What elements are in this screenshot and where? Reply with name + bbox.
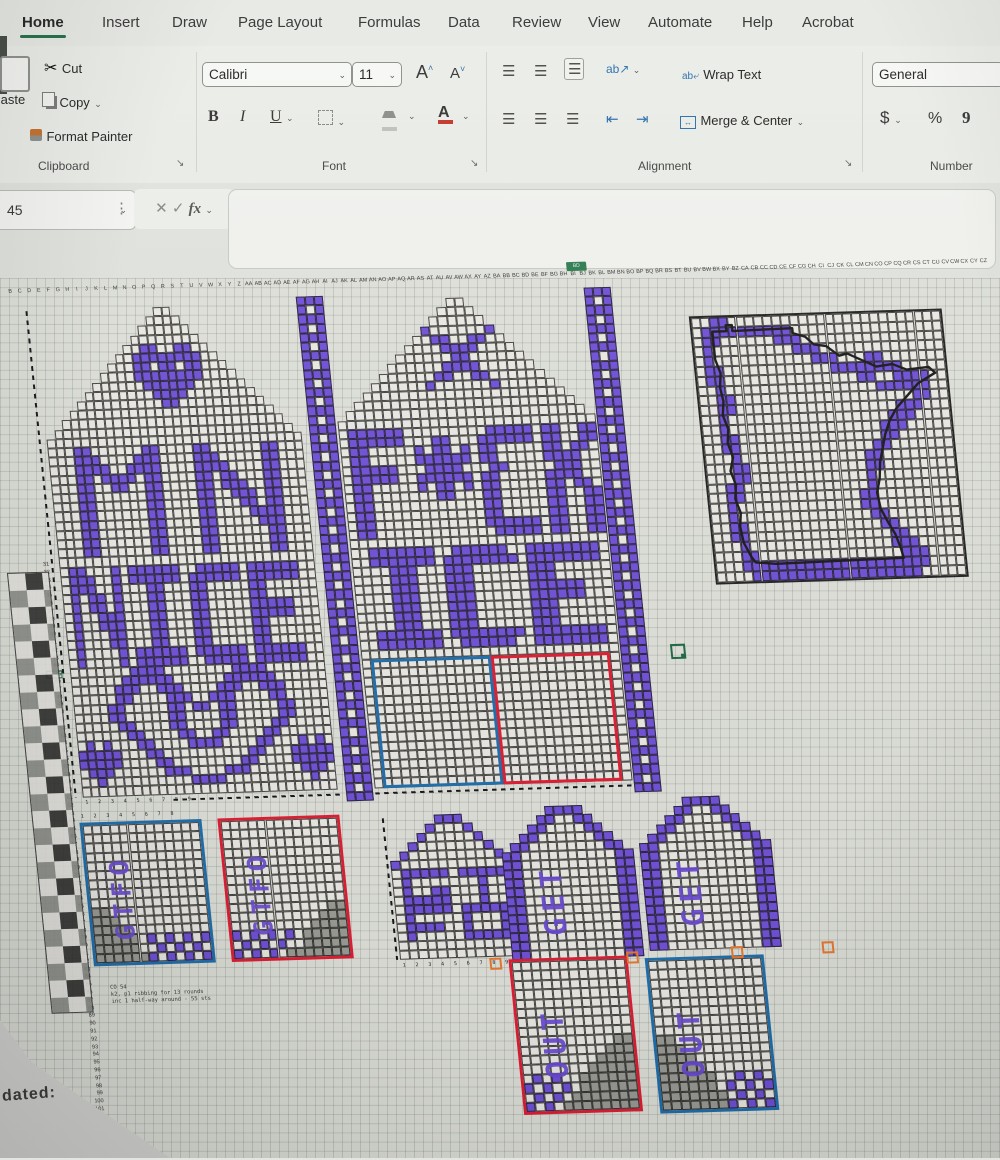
marker-orange-1 [489,957,503,970]
copy-button[interactable]: Copy ⌄ [42,92,102,112]
format-painter-button[interactable]: Format Painter [30,128,132,146]
font-size-combobox[interactable]: 11 ⌄ [352,62,402,87]
dated-label: dated: [1,1084,57,1105]
ribbon-tab-view[interactable]: View [588,14,620,31]
chart-thumb-blue[interactable]: GTFO [79,818,216,967]
marker-orange-3 [730,946,744,959]
number-group-label: Number [930,159,973,173]
chart-mitten-left[interactable] [33,303,338,798]
merge-center-button[interactable]: ↔ Merge & Center ⌄ [680,112,804,130]
number-format-combobox[interactable]: General [872,62,1000,87]
orientation-button[interactable]: ab↗ ⌄ [606,62,640,76]
fill-color-icon [382,111,396,118]
thumb-top-numbers: 1 2 3 4 5 6 7 8 [80,810,178,820]
format-painter-icon [30,129,42,141]
decrease-indent-button[interactable]: ⇤ [606,110,619,128]
align-center-button[interactable]: ☰ [534,110,547,128]
chart-mini3[interactable]: GET [634,794,782,951]
ribbon-tab-acrobat[interactable]: Acrobat [802,14,854,31]
chart-thumb-red[interactable]: GTFO [217,814,354,963]
clipboard-dialog-launcher[interactable]: ↘ [176,158,184,169]
marker-orange-4 [821,941,835,954]
font-name-combobox[interactable]: Calibri ⌄ [202,62,352,87]
pattern-notes: CO 54 k2, p1 ribbing for 13 rounds inc 1… [109,984,212,1005]
merge-center-icon: ↔ [680,116,696,129]
clipboard-group-label: Clipboard [38,159,90,173]
rotated-motif-text: GET [670,853,713,928]
ribbon-tab-home[interactable]: Home [20,14,66,38]
fill-color-chevron[interactable]: ⌄ [408,106,416,124]
ribbon-tab-draw[interactable]: Draw [172,14,207,31]
marker-orange-2 [625,951,640,964]
repeat-box [490,651,623,785]
borders-button[interactable]: ⌄ [318,110,345,130]
cut-button[interactable]: ✂ Cut [44,58,82,78]
align-bottom-button[interactable]: ☰ [564,58,585,80]
stitch-ticks-mitten-left [173,793,342,801]
align-right-button[interactable]: ☰ [566,110,579,128]
rotated-motif-text: OUT [534,1006,577,1080]
formula-bar-dots: ⋮ [114,200,129,217]
font-color-chevron[interactable]: ⌄ [462,106,470,124]
ribbon-tab-automate[interactable]: Automate [648,14,712,31]
ribbon-tab-review[interactable]: Review [512,14,561,31]
currency-button[interactable]: $ ⌄ [880,108,902,128]
wrap-text-button[interactable]: ab⤶ Wrap Text [682,66,761,84]
wrap-text-icon: ab⤶ [682,71,699,82]
ribbon-tab-bar: Home Insert Draw Page Layout Formulas Data Rev… [0,0,1000,46]
percent-button[interactable]: % [928,110,942,128]
cancel-icon[interactable]: ✕ [155,200,168,217]
ribbon-tab-formulas[interactable]: Formulas [358,14,421,31]
copy-icon [42,92,55,107]
alignment-group-label: Alignment [638,159,692,173]
spreadsheet-grid[interactable]: B C D E F G H I J K L M N O P Q R S T U V W X Y Z AA ABACADAE AFAGA… [0,258,1000,1159]
enter-icon[interactable]: ✓ [172,200,185,217]
borders-icon [318,110,333,125]
fx-icon[interactable]: fx [189,201,202,217]
font-color-button[interactable]: A [438,104,453,124]
chart-mitten-right[interactable] [325,294,633,789]
ribbon-tab-data[interactable]: Data [448,14,480,31]
align-top-button[interactable]: ☰ [502,62,515,80]
scissors-icon: ✂ [44,60,58,77]
underline-button[interactable]: U ⌄ [270,108,294,126]
excel-ribbon: Home Insert Draw Page Layout Formulas Data Rev… [0,0,1000,184]
ribbon-tab-page-layout[interactable]: Page Layout [238,14,322,31]
fx-chevron[interactable]: ⌄ [205,205,213,215]
rotated-motif-text: GET [532,863,576,937]
chart-rect-red[interactable]: OUT [508,955,643,1116]
align-middle-button[interactable]: ☰ [534,62,547,80]
shrink-font-button[interactable]: A˅ [450,64,465,82]
chart-minnesota[interactable] [688,308,970,585]
chart-rect-blue[interactable]: OUT [644,954,780,1115]
font-dialog-launcher[interactable]: ↘ [470,158,478,169]
bold-button[interactable]: B [208,108,219,126]
ribbon-tab-insert[interactable]: Insert [102,14,140,31]
paste-icon [0,56,30,92]
repeat-box [370,655,504,788]
align-left-button[interactable]: ☰ [502,110,515,128]
rotated-motif-text: OUT [670,1005,713,1079]
font-group-label: Font [322,159,347,173]
stitch-numbers-mitten-left: 1 2 3 4 5 6 7 8 9 [85,796,195,806]
alignment-dialog-launcher[interactable]: ↘ [844,158,852,169]
chart-mini2[interactable]: GET [497,804,645,961]
ribbon-tab-help[interactable]: Help [742,14,773,31]
grow-font-button[interactable]: A˄ [416,62,433,83]
selected-column-header: BD [565,261,587,272]
italic-button[interactable]: I [240,108,245,126]
selected-cell-cursor[interactable] [669,643,687,660]
increase-indent-button[interactable]: ⇥ [636,110,649,128]
comma-style-button[interactable]: 9 [962,108,971,128]
fill-color-button[interactable] [382,108,397,131]
